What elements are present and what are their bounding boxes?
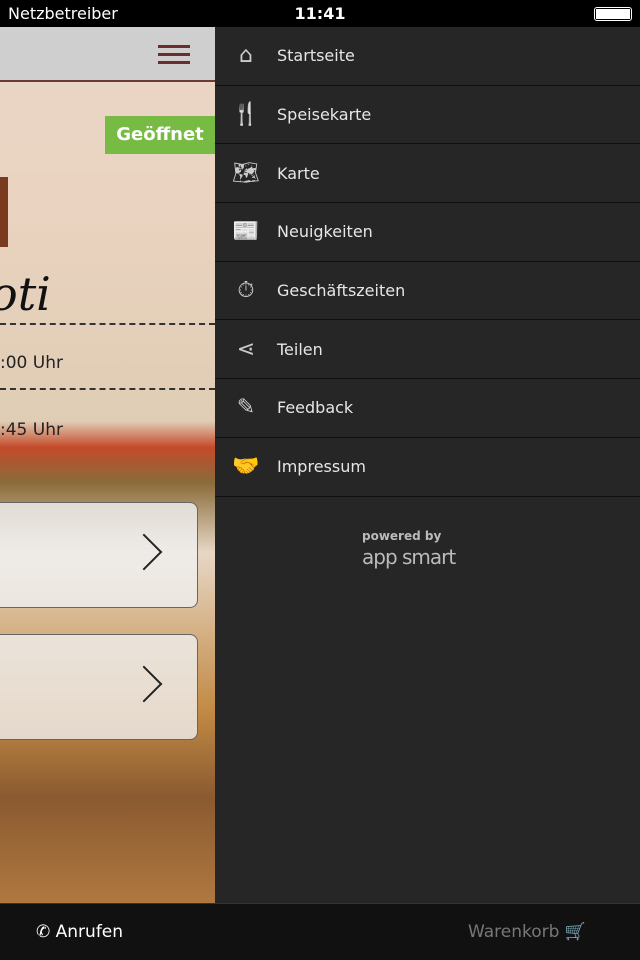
map-icon: 🗺 [232,160,260,186]
menu-label: Geschäftszeiten [277,281,406,301]
restaurant-logo: oti [0,267,51,321]
open-status-badge: Geöffnet [105,116,215,154]
cutlery-icon: 🍴 [232,102,260,128]
hours-text: :00 Uhr [0,353,63,373]
clock-delivery-icon: ⏱ [237,278,255,304]
menu-item-neuigkeiten[interactable]: 📰 Neuigkeiten [215,203,640,262]
divider [0,323,215,325]
menu-label: Speisekarte [277,105,372,125]
menu-item-startseite[interactable]: ⌂ Startseite [215,27,640,86]
powered-by-text: powered by [362,529,442,543]
cart-icon: 🛒 [564,922,586,942]
menu-label: Neuigkeiten [277,222,373,242]
menu-item-teilen[interactable]: ⋖ Teilen [215,320,640,380]
powered-by-logo: powered by app smart [362,529,456,569]
menu-label: Karte [277,163,320,183]
logo-graphic [0,177,8,247]
menu-item-speisekarte[interactable]: 🍴 Speisekarte [215,86,640,145]
cart-label: Warenkorb [468,922,560,942]
cart-button[interactable]: Warenkorb 🛒 [468,922,586,942]
menu-label: Teilen [277,339,323,359]
battery-icon [594,7,632,21]
menu-label: Feedback [277,398,354,418]
top-bar [0,27,215,82]
hamburger-menu-icon[interactable] [158,45,190,65]
hours-text: :45 Uhr [0,420,63,440]
menu-item-impressum[interactable]: 🤝 Impressum [215,438,640,497]
menu-label: Impressum [277,457,366,477]
clock: 11:41 [294,4,346,23]
call-button[interactable]: ✆ Anrufen [36,922,123,942]
bottom-bar: ✆ Anrufen Warenkorb 🛒 [0,903,640,960]
nav-card[interactable] [0,634,198,740]
menu-item-karte[interactable]: 🗺 Karte [215,144,640,204]
chevron-right-icon [125,665,163,703]
feedback-icon: ✎ [236,395,256,421]
phone-icon: ✆ [36,922,51,942]
handshake-icon: 🤝 [232,454,260,480]
status-bar: Netzbetreiber 11:41 [0,0,640,27]
main-content: Geöffnet oti :00 Uhr :45 Uhr [0,27,215,903]
share-icon: ⋖ [236,336,256,362]
menu-item-feedback[interactable]: ✎ Feedback [215,379,640,438]
newspaper-icon: 📰 [232,219,260,245]
home-icon: ⌂ [239,43,253,69]
chevron-right-icon [125,533,163,571]
menu-item-geschaeftszeiten[interactable]: ⏱ Geschäftszeiten [215,262,640,321]
brand-name: app smart [362,545,456,569]
nav-card[interactable] [0,502,198,608]
side-menu: ⌂ Startseite 🍴 Speisekarte 🗺 Karte 📰 Neuigke… [215,27,640,903]
divider [0,388,215,390]
call-label: Anrufen [55,922,124,942]
menu-label: Startseite [277,46,355,66]
